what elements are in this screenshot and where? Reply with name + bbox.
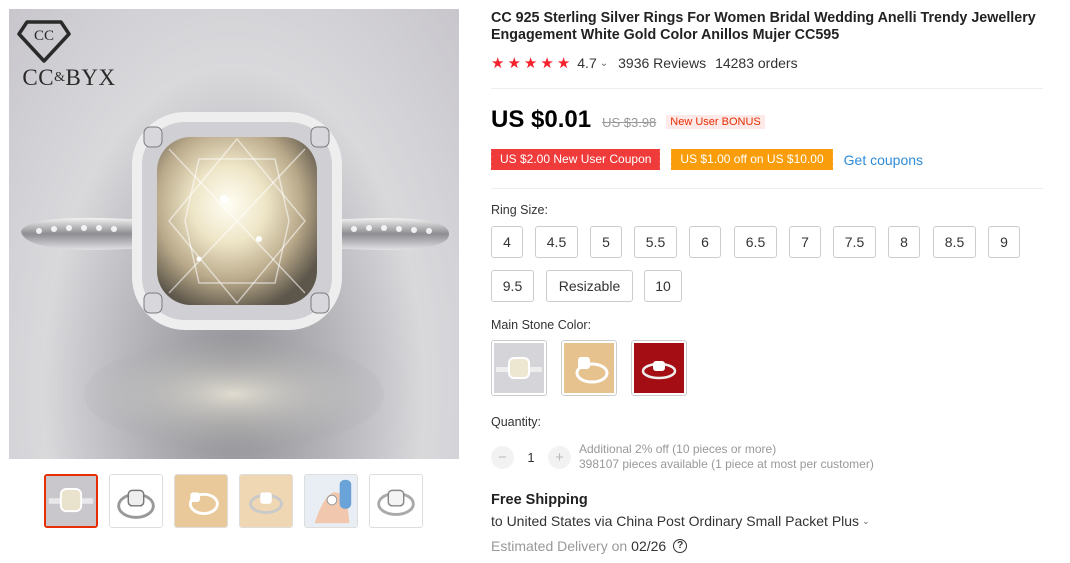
stone-color-option-1[interactable] [491, 340, 547, 396]
quantity-stepper: − 1 + Additional 2% off (10 pieces or mo… [491, 442, 874, 472]
orders-count: 14283 orders [715, 55, 798, 71]
star-icon: ★ [491, 54, 505, 72]
product-title: CC 925 Sterling Silver Rings For Women B… [491, 10, 1036, 43]
thumbnail-4[interactable] [239, 474, 293, 528]
stone-color-label: Main Stone Color: [491, 318, 592, 332]
coupon-store-discount[interactable]: US $1.00 off on US $10.00 [669, 149, 835, 170]
shipping-title: Free Shipping [491, 492, 588, 508]
rating-value[interactable]: 4.7 [577, 55, 596, 71]
thumbnail-1[interactable] [44, 474, 98, 528]
size-option-10[interactable]: 10 [644, 270, 682, 302]
size-option-4[interactable]: 4 [491, 226, 523, 258]
estimated-delivery: Estimated Delivery on 02/26 ? [491, 538, 688, 554]
help-icon[interactable]: ? [673, 539, 688, 553]
size-option-6.5[interactable]: 6.5 [734, 226, 777, 258]
svg-text:CC: CC [34, 28, 54, 44]
brand-logo: CC CC&BYX [17, 19, 121, 91]
stone-color-option-3[interactable] [631, 340, 687, 396]
stock-availability-note: 398107 pieces available (1 piece at most… [579, 457, 874, 471]
thumbnail-3[interactable] [174, 474, 228, 528]
star-icon: ★ [540, 54, 554, 72]
diamond-logo-icon: CC [17, 20, 71, 63]
chevron-down-icon[interactable]: ⌄ [600, 58, 608, 69]
original-price: US $3.98 [602, 114, 657, 130]
main-product-image[interactable]: CC CC&BYX [9, 9, 459, 459]
thumbnail-6[interactable] [369, 474, 423, 528]
shipping-route-text: to United States via China Post Ordinary… [491, 513, 860, 529]
reviews-link[interactable]: 3936 Reviews [618, 55, 706, 71]
brand-logo-text: CC&BYX [22, 65, 116, 90]
coupon-row: US $2.00 New User Coupon US $1.00 off on… [488, 149, 923, 170]
price-row: US $0.01 US $3.98 New User BONUS [491, 106, 765, 134]
size-option-8.5[interactable]: 8.5 [933, 226, 976, 258]
thumbnail-5[interactable] [304, 474, 358, 528]
size-option-8[interactable]: 8 [888, 226, 920, 258]
new-user-bonus-badge: New User BONUS [666, 115, 765, 129]
quantity-decrease-button[interactable]: − [491, 445, 514, 469]
size-option-5.5[interactable]: 5.5 [634, 226, 677, 258]
size-option-resizable[interactable]: Resizable [546, 270, 633, 302]
star-icon: ★ [556, 54, 571, 72]
get-coupons-link[interactable]: Get coupons [844, 152, 923, 168]
stone-color-options [491, 340, 687, 396]
quantity-input[interactable]: 1 [514, 450, 548, 465]
rating-row: ★ ★ ★ ★ ★ 4.7 ⌄ 3936 Reviews 14283 order… [491, 55, 798, 71]
size-option-5[interactable]: 5 [590, 226, 622, 258]
divider [491, 88, 1043, 89]
bulk-discount-note: Additional 2% off (10 pieces or more) [579, 442, 777, 456]
shipping-method-selector[interactable]: to United States via China Post Ordinary… [491, 513, 870, 529]
quantity-label: Quantity: [491, 415, 542, 429]
ring-size-label: Ring Size: [491, 203, 548, 217]
thumbnail-2[interactable] [109, 474, 163, 528]
size-option-6[interactable]: 6 [689, 226, 721, 258]
size-option-9[interactable]: 9 [988, 226, 1020, 258]
star-icon: ★ [523, 54, 538, 72]
chevron-down-icon: ⌄ [862, 516, 870, 526]
size-option-9.5[interactable]: 9.5 [491, 270, 534, 302]
delivery-date: 02/26 [631, 538, 667, 554]
size-option-7.5[interactable]: 7.5 [833, 226, 876, 258]
size-option-4.5[interactable]: 4.5 [535, 226, 578, 258]
delivery-label: Estimated Delivery on [491, 538, 628, 554]
divider [491, 188, 1043, 189]
stone-color-option-2[interactable] [561, 340, 617, 396]
size-option-7[interactable]: 7 [789, 226, 821, 258]
quantity-notes: Additional 2% off (10 pieces or more) 39… [579, 442, 874, 472]
current-price: US $0.01 [491, 106, 592, 133]
rating-stars: ★ ★ ★ ★ ★ [491, 56, 570, 71]
thumbnail-strip [44, 474, 423, 528]
star-icon: ★ [507, 54, 521, 72]
quantity-increase-button[interactable]: + [548, 445, 571, 469]
coupon-new-user[interactable]: US $2.00 New User Coupon [488, 149, 663, 170]
